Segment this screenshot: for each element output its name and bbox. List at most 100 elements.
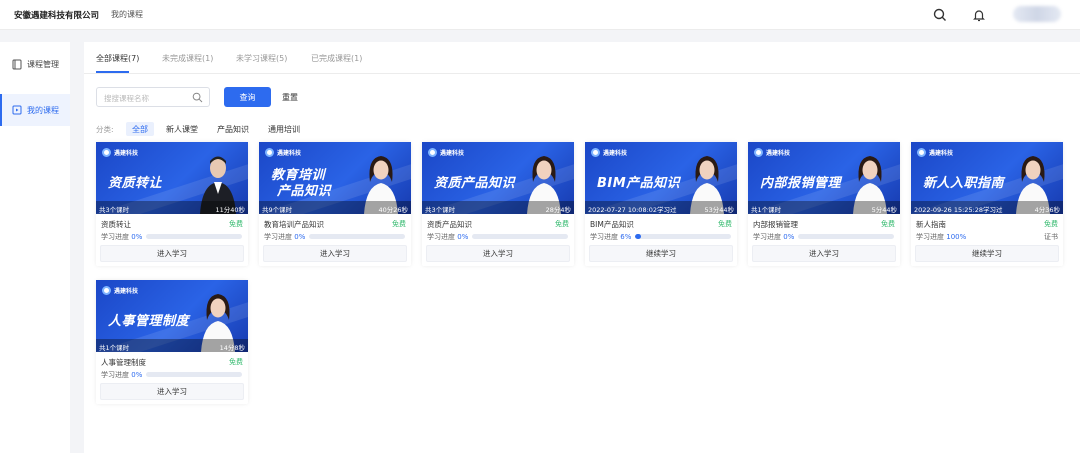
course-name[interactable]: 内部报销管理 — [753, 219, 798, 230]
category-chip-product[interactable]: 产品知识 — [211, 122, 255, 136]
brand-logo: 遇建科技 — [428, 148, 464, 157]
progress-percent: 0% — [294, 233, 306, 241]
course-card[interactable]: 遇建科技 资质产品知识 共3个课时 28分4秒 资质产品知识 免费 学习进度 0… — [422, 142, 574, 266]
banner-footer: 2022-09-26 15:25:28学习过 4分36秒 — [911, 201, 1063, 214]
banner-title: BIM产品知识 — [597, 176, 681, 191]
lesson-info: 共1个课时 — [99, 344, 130, 352]
course-card[interactable]: 遇建科技 资质转让 共3个课时 11分40秒 资质转让 免费 学习进度 0% 进… — [96, 142, 248, 266]
course-action-button[interactable]: 进入学习 — [100, 245, 244, 262]
course-action-button[interactable]: 进入学习 — [263, 245, 407, 262]
course-name[interactable]: 人事管理制度 — [101, 357, 146, 368]
course-action-button[interactable]: 进入学习 — [752, 245, 896, 262]
lesson-info: 共3个课时 — [99, 206, 130, 214]
lesson-info: 2022-09-26 15:25:28学习过 — [914, 206, 1003, 214]
progress-label: 学习进度 0% — [101, 233, 143, 241]
search-icon[interactable] — [192, 92, 203, 103]
banner-footer: 共9个课时 40分26秒 — [259, 201, 411, 214]
progress-label: 学习进度 0% — [753, 233, 795, 241]
logo-text: 遇建科技 — [929, 150, 954, 157]
breadcrumb-my-courses[interactable]: 我的课程 — [111, 9, 143, 20]
category-chip-general[interactable]: 通用培训 — [262, 122, 306, 136]
banner-title: 内部报销管理 — [760, 176, 842, 191]
certificate-link[interactable]: 证书 — [1044, 232, 1058, 242]
brand-logo: 遇建科技 — [754, 148, 790, 157]
logo-text: 遇建科技 — [114, 150, 139, 157]
banner-title: 资质转让 — [108, 176, 163, 191]
search-icon[interactable] — [932, 7, 948, 23]
sidebar-item-course-management[interactable]: 课程管理 — [0, 48, 70, 80]
progress-label: 学习进度 0% — [427, 233, 469, 241]
course-name[interactable]: 新人指南 — [916, 219, 946, 230]
tab-not-started[interactable]: 未学习课程(5) — [236, 53, 287, 64]
book-icon — [12, 59, 22, 69]
banner-footer: 共1个课时 5分44秒 — [748, 201, 900, 214]
course-banner[interactable]: 遇建科技 资质转让 共3个课时 11分40秒 — [96, 142, 248, 214]
course-banner[interactable]: 遇建科技 教育培训 产品知识 共9个课时 40分26秒 — [259, 142, 411, 214]
banner-title: 资质产品知识 — [434, 176, 516, 191]
course-banner[interactable]: 遇建科技 资质产品知识 共3个课时 28分4秒 — [422, 142, 574, 214]
course-card[interactable]: 遇建科技 教育培训 产品知识 共9个课时 40分26秒 教育培训产品知识 免费 … — [259, 142, 411, 266]
banner-footer: 共3个课时 28分4秒 — [422, 201, 574, 214]
course-duration: 28分4秒 — [545, 206, 571, 214]
course-action-button[interactable]: 继续学习 — [589, 245, 733, 262]
search-placeholder: 搜搜课程名称 — [104, 94, 149, 103]
course-card[interactable]: 遇建科技 新人入职指南 2022-09-26 15:25:28学习过 4分36秒… — [911, 142, 1063, 266]
lesson-info: 2022-07-27 10:08:02学习过 — [588, 206, 677, 214]
progress-fill — [635, 234, 641, 239]
course-banner[interactable]: 遇建科技 BIM产品知识 2022-07-27 10:08:02学习过 53分4… — [585, 142, 737, 214]
course-duration: 5分44秒 — [871, 206, 897, 214]
query-button[interactable]: 查询 — [224, 87, 271, 107]
course-name[interactable]: 资质转让 — [101, 219, 131, 230]
progress-label: 学习进度 0% — [101, 371, 143, 379]
banner-footer: 共1个课时 14分8秒 — [96, 339, 248, 352]
sidebar-item-my-courses[interactable]: 我的课程 — [0, 94, 70, 126]
search-input[interactable]: 搜搜课程名称 — [96, 87, 210, 107]
course-name[interactable]: BIM产品知识 — [590, 219, 634, 230]
course-name[interactable]: 资质产品知识 — [427, 219, 472, 230]
course-card[interactable]: 遇建科技 BIM产品知识 2022-07-27 10:08:02学习过 53分4… — [585, 142, 737, 266]
course-name[interactable]: 教育培训产品知识 — [264, 219, 324, 230]
price-badge: 免费 — [881, 220, 895, 228]
course-duration: 40分26秒 — [378, 206, 408, 214]
logo-icon — [265, 148, 274, 157]
lesson-info: 共3个课时 — [425, 206, 456, 214]
category-chip-newcomer[interactable]: 新人课堂 — [160, 122, 204, 136]
reset-button[interactable]: 重置 — [282, 92, 298, 103]
logo-icon — [917, 148, 926, 157]
price-badge: 免费 — [229, 220, 243, 228]
price-badge: 免费 — [1044, 220, 1058, 228]
logo-text: 遇建科技 — [440, 150, 465, 157]
sidebar-item-label: 我的课程 — [27, 105, 59, 115]
tab-all-courses[interactable]: 全部课程(7) — [96, 53, 139, 64]
category-chip-all[interactable]: 全部 — [126, 122, 154, 136]
course-card[interactable]: 遇建科技 人事管理制度 共1个课时 14分8秒 人事管理制度 免费 学习进度 0… — [96, 280, 248, 404]
tab-completed[interactable]: 已完成课程(1) — [311, 53, 362, 64]
banner-footer: 2022-07-27 10:08:02学习过 53分44秒 — [585, 201, 737, 214]
logo-text: 遇建科技 — [603, 150, 628, 157]
user-avatar[interactable] — [1013, 6, 1061, 22]
banner-title-line2: 产品知识 — [277, 184, 332, 199]
course-action-button[interactable]: 进入学习 — [426, 245, 570, 262]
course-card[interactable]: 遇建科技 内部报销管理 共1个课时 5分44秒 内部报销管理 免费 学习进度 0… — [748, 142, 900, 266]
logo-icon — [428, 148, 437, 157]
banner-title: 教育培训 — [271, 168, 326, 183]
banner-title: 新人入职指南 — [923, 176, 1005, 191]
course-action-button[interactable]: 进入学习 — [100, 383, 244, 400]
progress-percent: 0% — [131, 371, 143, 379]
bell-icon[interactable] — [971, 7, 987, 23]
course-action-button[interactable]: 继续学习 — [915, 245, 1059, 262]
price-badge: 免费 — [229, 358, 243, 366]
course-banner[interactable]: 遇建科技 人事管理制度 共1个课时 14分8秒 — [96, 280, 248, 352]
course-banner[interactable]: 遇建科技 内部报销管理 共1个课时 5分44秒 — [748, 142, 900, 214]
sidebar-item-label: 课程管理 — [27, 59, 59, 69]
logo-icon — [754, 148, 763, 157]
top-bar: 安徽遇建科技有限公司 我的课程 — [0, 0, 1080, 30]
tab-unfinished[interactable]: 未完成课程(1) — [162, 53, 213, 64]
brand-logo: 遇建科技 — [591, 148, 627, 157]
brand-logo: 遇建科技 — [265, 148, 301, 157]
tab-bar: 全部课程(7) 未完成课程(1) 未学习课程(5) 已完成课程(1) — [84, 42, 1080, 74]
progress-percent: 6% — [620, 233, 632, 241]
course-banner[interactable]: 遇建科技 新人入职指南 2022-09-26 15:25:28学习过 4分36秒 — [911, 142, 1063, 214]
brand-logo: 遇建科技 — [102, 148, 138, 157]
main-panel: 全部课程(7) 未完成课程(1) 未学习课程(5) 已完成课程(1) 搜搜课程名… — [84, 42, 1080, 453]
